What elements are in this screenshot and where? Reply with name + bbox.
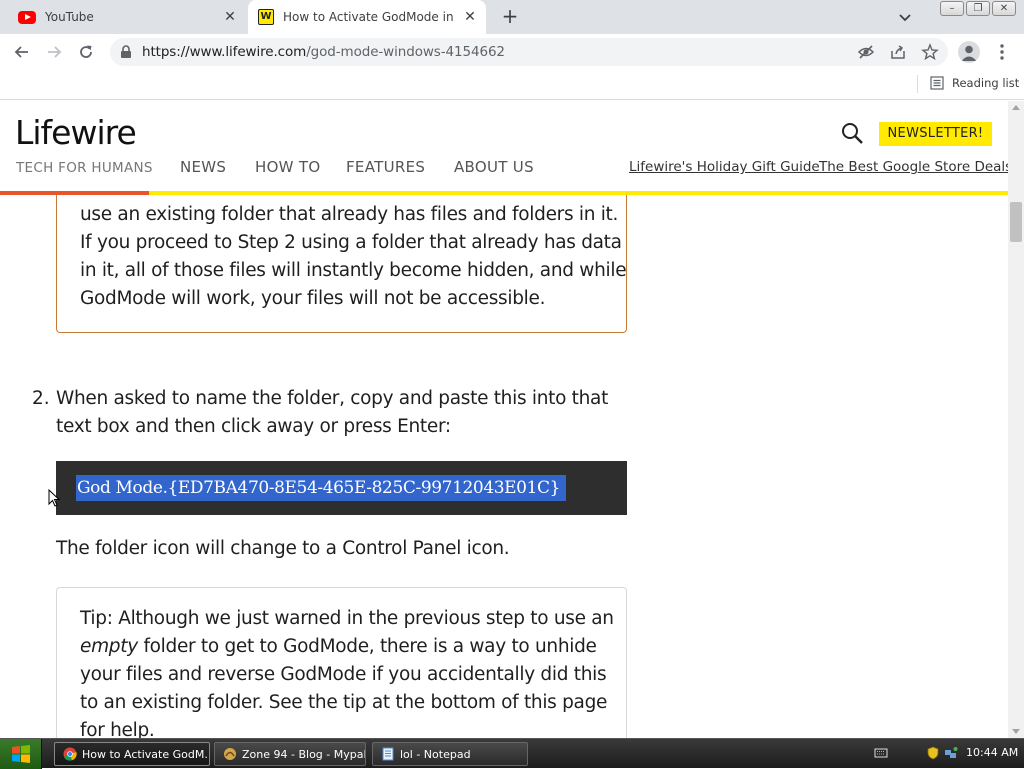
- code-block: God Mode.{ED7BA470-8E54-465E-825C-997120…: [56, 461, 627, 515]
- tab-strip: YouTube ✕ W How to Activate GodMode in W…: [0, 0, 1024, 34]
- tip-line: for help.: [80, 717, 620, 738]
- promo-link-gift-guide[interactable]: Lifewire's Holiday Gift Guide: [629, 159, 820, 175]
- youtube-icon: [18, 10, 36, 24]
- taskbar-item-chrome[interactable]: How to Activate GodM...: [54, 742, 210, 766]
- scroll-thumb[interactable]: [1010, 202, 1022, 242]
- forward-arrow-icon: [48, 46, 62, 58]
- windows-logo-icon: [11, 745, 30, 763]
- url-text: https://www.lifewire.com/god-mode-window…: [142, 44, 505, 60]
- bookmarks-bar: Reading list: [0, 70, 1024, 100]
- note-line: GodMode will work, your files will not b…: [80, 288, 546, 309]
- tip-line: empty folder to get to GodMode, there is…: [80, 633, 620, 661]
- tab-lifewire[interactable]: W How to Activate GodMode in Windows ✕: [248, 0, 486, 34]
- step-text: When asked to name the folder, copy and …: [56, 388, 609, 437]
- star-icon[interactable]: [921, 43, 939, 61]
- site-logo[interactable]: Lifewire: [15, 113, 137, 152]
- shield-icon[interactable]: [926, 746, 940, 760]
- note-line: use an existing folder that already has …: [80, 204, 619, 225]
- scroll-down-arrow-icon[interactable]: [1012, 729, 1020, 734]
- maximize-button[interactable]: ❐: [966, 1, 990, 16]
- note-line: in it, all of those files will instantly…: [80, 260, 627, 281]
- tab-youtube[interactable]: YouTube ✕: [8, 0, 246, 34]
- page-scrollbar[interactable]: [1008, 101, 1024, 738]
- notepad-icon: [382, 747, 394, 761]
- reading-list-icon: [930, 76, 944, 90]
- site-header: Lifewire TECH FOR HUMANS NEWS HOW TO FEA…: [0, 101, 1008, 195]
- after-code-text: The folder icon will change to a Control…: [56, 538, 510, 559]
- bookmarks-divider: [917, 75, 918, 93]
- site-tagline: TECH FOR HUMANS: [16, 160, 153, 176]
- url-path: /god-mode-windows-4154662: [306, 44, 505, 60]
- back-button[interactable]: [10, 40, 34, 64]
- minimize-button[interactable]: –: [940, 1, 964, 16]
- network-icon[interactable]: [944, 746, 958, 760]
- kebab-menu-icon[interactable]: [993, 42, 1011, 62]
- tip-line: Tip: Although we just warned in the prev…: [80, 605, 620, 633]
- step-number: 2.: [32, 388, 50, 409]
- nav-about-us[interactable]: ABOUT US: [454, 158, 534, 176]
- godmode-code-selected[interactable]: God Mode.{ED7BA470-8E54-465E-825C-997120…: [76, 475, 567, 501]
- nav-how-to[interactable]: HOW TO: [255, 158, 320, 176]
- reading-list-label: Reading list: [952, 76, 1020, 90]
- profile-avatar[interactable]: [958, 41, 980, 63]
- tip-line: to an existing folder. See the tip at th…: [80, 689, 620, 717]
- keyboard-icon[interactable]: [874, 746, 888, 760]
- tip-text-segment: folder to get to GodMode, there is a way…: [137, 636, 597, 657]
- mouse-cursor-icon: [48, 489, 60, 507]
- close-icon[interactable]: ✕: [462, 9, 478, 25]
- tip-text-segment: your files and reverse GodMode if you ac…: [80, 664, 607, 685]
- tip-text: Tip: Although we just warned in the prev…: [80, 605, 620, 738]
- reload-button[interactable]: [74, 40, 98, 64]
- start-button[interactable]: [0, 739, 42, 769]
- person-icon: [961, 45, 977, 61]
- windows-taskbar: How to Activate GodM... Zone 94 - Blog -…: [0, 738, 1024, 769]
- page-viewport[interactable]: use an existing folder that already has …: [0, 101, 1008, 738]
- tip-text-segment: to an existing folder. See the tip at th…: [80, 692, 608, 713]
- tab-title: YouTube: [45, 10, 94, 24]
- search-icon[interactable]: [840, 121, 864, 145]
- reload-icon: [80, 45, 92, 58]
- eye-slash-icon[interactable]: [857, 43, 875, 61]
- window-controls: – ❐ ✕: [940, 1, 1016, 16]
- close-icon[interactable]: ✕: [222, 9, 238, 25]
- back-arrow-icon: [14, 46, 28, 58]
- promo-link-google-store[interactable]: The Best Google Store Deals: [819, 159, 1008, 175]
- tip-text-segment: Tip: Although we just warned in the prev…: [80, 608, 614, 629]
- url-domain: https://www.lifewire.com: [142, 44, 307, 60]
- chevron-down-icon[interactable]: [896, 8, 914, 26]
- browser-toolbar: https://www.lifewire.com/god-mode-window…: [0, 34, 1024, 70]
- nav-features[interactable]: FEATURES: [346, 158, 425, 176]
- tab-title: How to Activate GodMode in Windows: [283, 10, 455, 24]
- taskbar-item-label: lol - Notepad: [400, 747, 471, 761]
- close-window-button[interactable]: ✕: [992, 1, 1016, 16]
- taskbar-item-label: How to Activate GodM...: [82, 747, 210, 761]
- taskbar-item-notepad[interactable]: lol - Notepad: [372, 742, 528, 766]
- chrome-icon: [63, 747, 77, 761]
- taskbar-item-label: Zone 94 - Blog - Mypal: [242, 747, 366, 761]
- tip-line: your files and reverse GodMode if you ac…: [80, 661, 620, 689]
- warning-note-text: use an existing folder that already has …: [80, 201, 627, 313]
- nav-news[interactable]: NEWS: [180, 158, 226, 176]
- address-bar[interactable]: https://www.lifewire.com/god-mode-window…: [110, 38, 948, 66]
- tip-text-segment: for help.: [80, 720, 155, 738]
- lifewire-favicon: W: [258, 9, 274, 25]
- taskbar-item-mypal[interactable]: Zone 94 - Blog - Mypal: [214, 742, 366, 766]
- newsletter-button[interactable]: NEWSLETTER!: [879, 122, 992, 146]
- lock-icon: [121, 45, 131, 58]
- forward-button[interactable]: [42, 40, 66, 64]
- share-icon[interactable]: [889, 43, 907, 61]
- reading-progress-bar: [0, 191, 149, 195]
- reading-list-button[interactable]: Reading list: [930, 76, 1019, 90]
- system-clock[interactable]: 10:44 AM: [966, 746, 1018, 759]
- new-tab-button[interactable]: +: [500, 6, 520, 27]
- scroll-up-arrow-icon[interactable]: [1012, 105, 1020, 110]
- mypal-icon: [224, 748, 236, 760]
- tip-emphasis: empty: [80, 636, 138, 657]
- article-body: use an existing folder that already has …: [0, 101, 1008, 738]
- note-line: If you proceed to Step 2 using a folder …: [80, 232, 622, 253]
